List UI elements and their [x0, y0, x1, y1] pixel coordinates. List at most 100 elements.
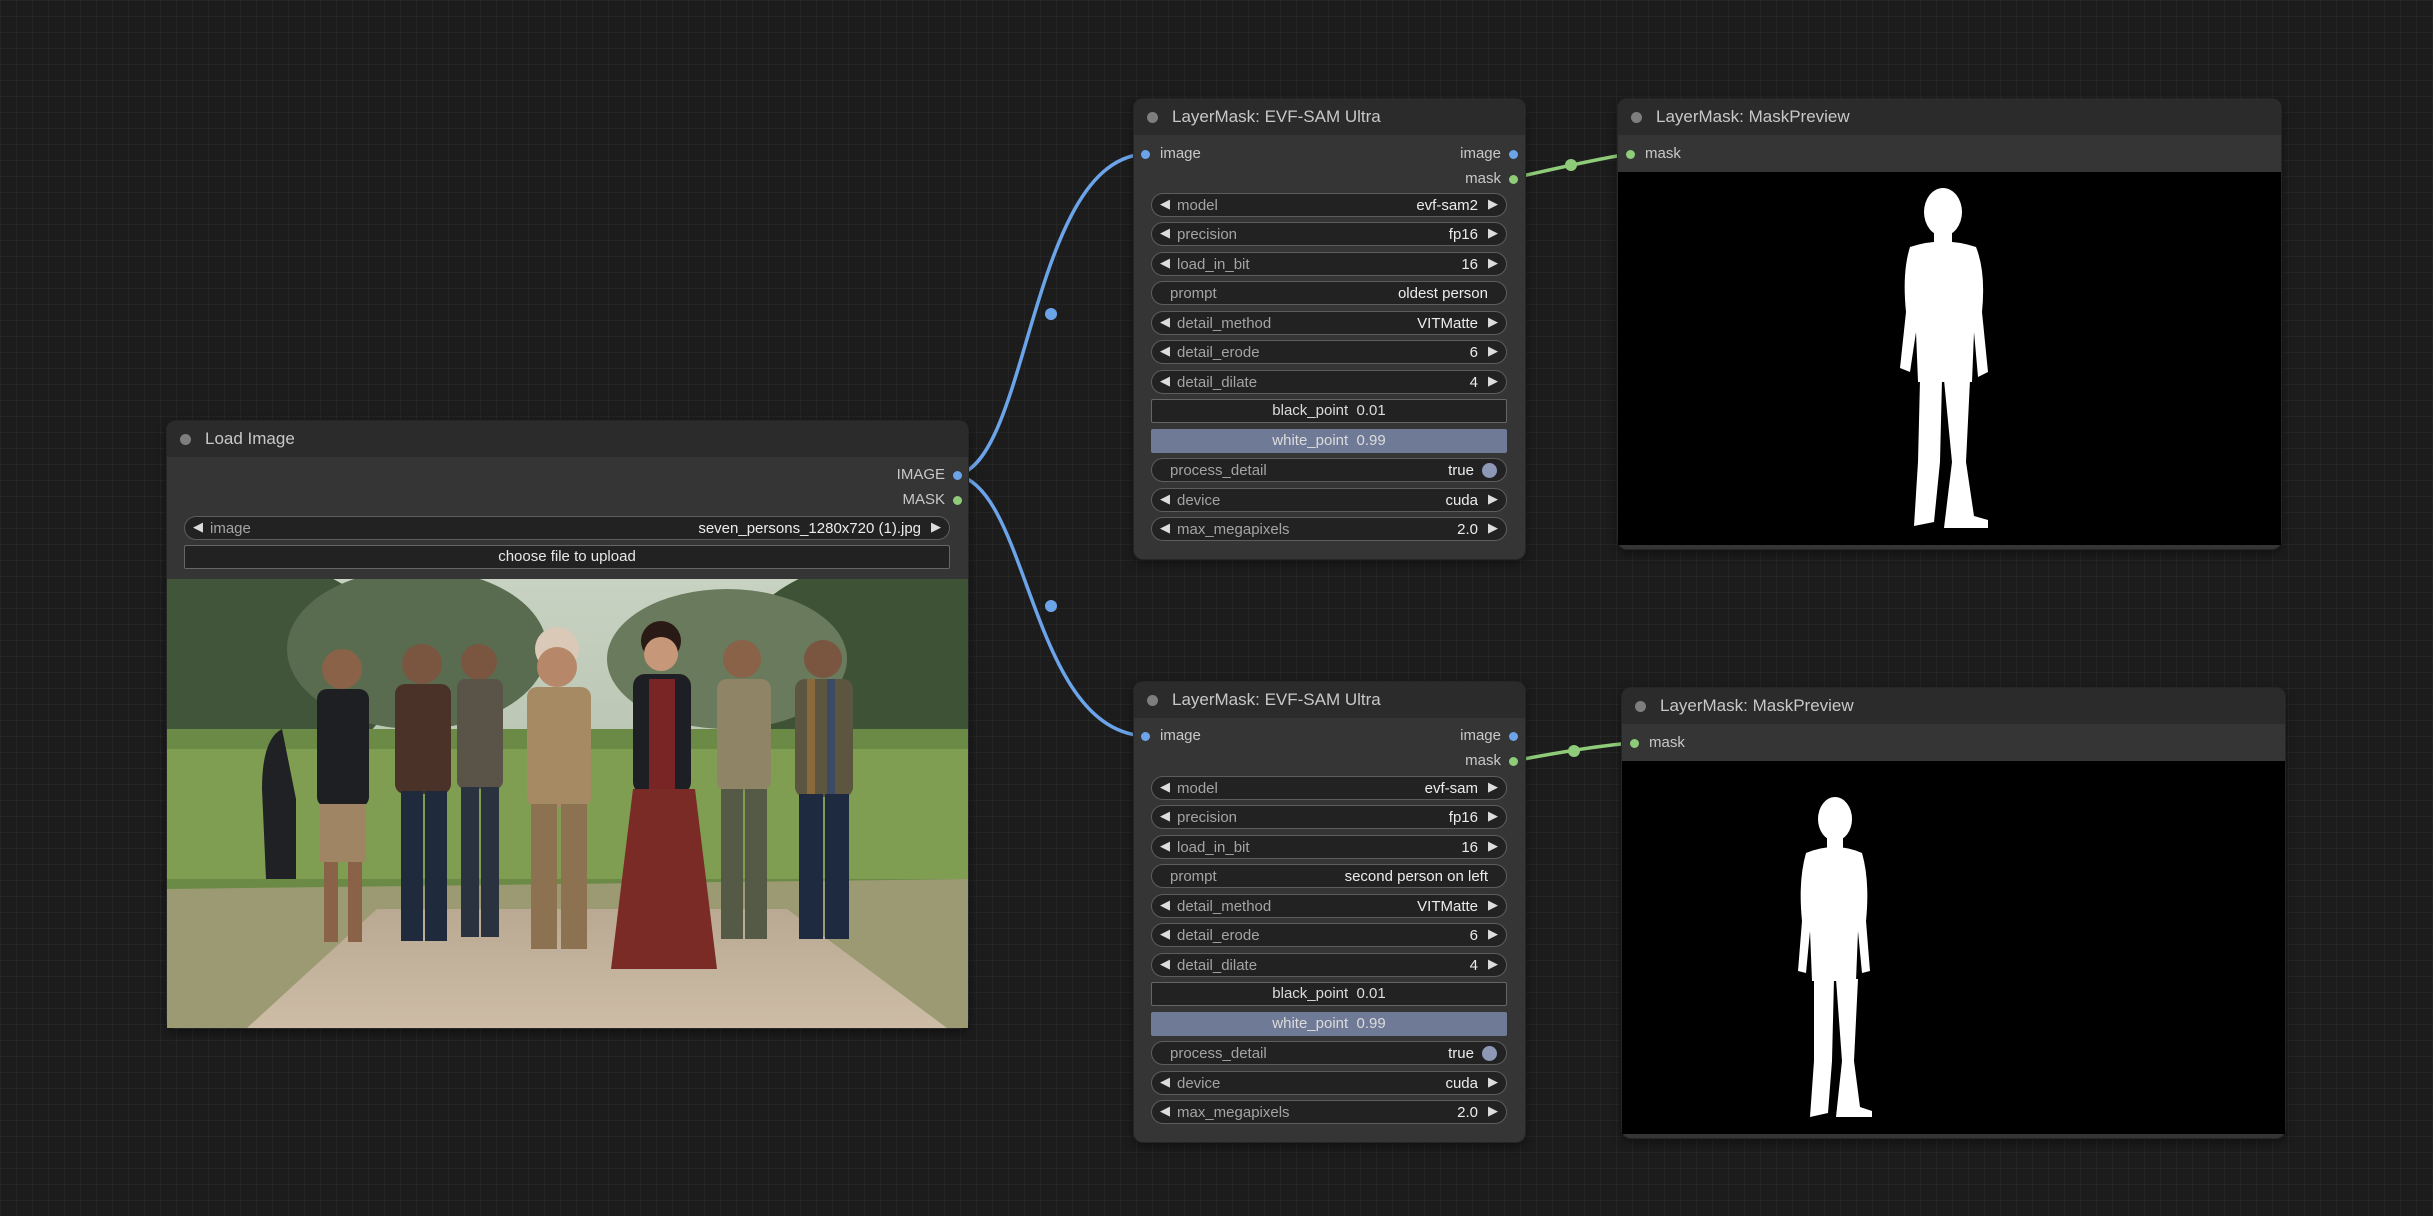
arrow-right-icon[interactable]: ▶ [1488, 255, 1498, 271]
arrow-right-icon[interactable]: ▶ [1488, 1074, 1498, 1090]
arrow-right-icon[interactable]: ▶ [1488, 956, 1498, 972]
process-detail-toggle[interactable]: process_detail true [1151, 1041, 1507, 1065]
image-combo-widget[interactable]: ◀ image seven_persons_1280x720 (1).jpg ▶ [184, 516, 950, 540]
load-in-bit-combo-widget[interactable]: ◀ load_in_bit 16 ▶ [1151, 252, 1507, 276]
arrow-left-icon[interactable]: ◀ [1160, 956, 1170, 972]
collapse-dot-icon[interactable] [1631, 111, 1642, 123]
max-megapixels-number-widget[interactable]: ◀ max_megapixels 2.0 ▶ [1151, 1100, 1507, 1124]
input-image-slot[interactable]: image [1141, 727, 1201, 745]
node-title-bar[interactable]: LayerMask: MaskPreview [1622, 688, 2285, 724]
image-socket-icon[interactable] [1141, 149, 1150, 159]
node-title-bar[interactable]: LayerMask: MaskPreview [1618, 99, 2281, 135]
mask-socket-icon[interactable] [1626, 149, 1635, 159]
detail-erode-number-widget[interactable]: ◀ detail_erode 6 ▶ [1151, 923, 1507, 947]
black-point-slider[interactable]: black_point 0.01 [1151, 399, 1507, 423]
arrow-left-icon[interactable]: ◀ [1160, 1103, 1170, 1119]
prompt-text-widget[interactable]: prompt oldest person [1151, 281, 1507, 305]
arrow-right-icon[interactable]: ▶ [1488, 314, 1498, 330]
input-mask-slot[interactable]: mask [1626, 145, 1681, 163]
arrow-right-icon[interactable]: ▶ [1488, 491, 1498, 507]
arrow-right-icon[interactable]: ▶ [1488, 520, 1498, 536]
collapse-dot-icon[interactable] [1147, 111, 1158, 123]
arrow-right-icon[interactable]: ▶ [1488, 343, 1498, 359]
output-image-slot[interactable]: image [1460, 727, 1518, 745]
node-title-bar[interactable]: LayerMask: EVF-SAM Ultra [1134, 99, 1525, 135]
mask-socket-icon[interactable] [1509, 756, 1518, 766]
image-socket-icon[interactable] [953, 470, 962, 480]
evf-sam-ultra-node[interactable]: LayerMask: EVF-SAM Ultra image image mas… [1134, 682, 1525, 1142]
image-socket-icon[interactable] [1509, 149, 1518, 159]
arrow-right-icon[interactable]: ▶ [1488, 225, 1498, 241]
model-combo-widget[interactable]: ◀ model evf-sam2 ▶ [1151, 193, 1507, 217]
evf-sam-ultra-node[interactable]: LayerMask: EVF-SAM Ultra image image mas… [1134, 99, 1525, 559]
prompt-text-widget[interactable]: prompt second person on left [1151, 864, 1507, 888]
arrow-left-icon[interactable]: ◀ [1160, 314, 1170, 330]
toggle-knob-icon[interactable] [1482, 1046, 1497, 1061]
arrow-right-icon[interactable]: ▶ [1488, 1103, 1498, 1119]
arrow-right-icon[interactable]: ▶ [1488, 808, 1498, 824]
arrow-left-icon[interactable]: ◀ [1160, 779, 1170, 795]
arrow-left-icon[interactable]: ◀ [1160, 838, 1170, 854]
arrow-left-icon[interactable]: ◀ [1160, 196, 1170, 212]
detail-erode-number-widget[interactable]: ◀ detail_erode 6 ▶ [1151, 340, 1507, 364]
arrow-left-icon[interactable]: ◀ [1160, 926, 1170, 942]
mask-socket-icon[interactable] [1630, 738, 1639, 748]
arrow-left-icon[interactable]: ◀ [1160, 897, 1170, 913]
collapse-dot-icon[interactable] [1147, 694, 1158, 706]
detail-method-combo-widget[interactable]: ◀ detail_method VITMatte ▶ [1151, 311, 1507, 335]
max-megapixels-number-widget[interactable]: ◀ max_megapixels 2.0 ▶ [1151, 517, 1507, 541]
arrow-left-icon[interactable]: ◀ [1160, 373, 1170, 389]
arrow-right-icon[interactable]: ▶ [1488, 897, 1498, 913]
input-mask-slot[interactable]: mask [1630, 734, 1685, 752]
output-image-slot[interactable]: image [1460, 145, 1518, 163]
arrow-left-icon[interactable]: ◀ [1160, 343, 1170, 359]
image-socket-icon[interactable] [1509, 731, 1518, 741]
output-mask-slot[interactable]: mask [1465, 170, 1518, 188]
arrow-left-icon[interactable]: ◀ [193, 519, 203, 535]
node-title-bar[interactable]: LayerMask: EVF-SAM Ultra [1134, 682, 1525, 718]
mask-socket-icon[interactable] [953, 495, 962, 505]
arrow-left-icon[interactable]: ◀ [1160, 520, 1170, 536]
device-combo-widget[interactable]: ◀ device cuda ▶ [1151, 488, 1507, 512]
arrow-right-icon[interactable]: ▶ [1488, 196, 1498, 212]
load-in-bit-combo-widget[interactable]: ◀ load_in_bit 16 ▶ [1151, 835, 1507, 859]
mask-socket-icon[interactable] [1509, 174, 1518, 184]
input-image-slot[interactable]: image [1141, 145, 1201, 163]
model-combo-widget[interactable]: ◀ model evf-sam ▶ [1151, 776, 1507, 800]
device-combo-widget[interactable]: ◀ device cuda ▶ [1151, 1071, 1507, 1095]
load-image-node[interactable]: Load Image IMAGE MASK ◀ image seven_pers… [167, 421, 968, 1028]
arrow-right-icon[interactable]: ▶ [931, 519, 941, 535]
precision-combo-widget[interactable]: ◀ precision fp16 ▶ [1151, 805, 1507, 829]
detail-method-combo-widget[interactable]: ◀ detail_method VITMatte ▶ [1151, 894, 1507, 918]
output-image-slot[interactable]: IMAGE [897, 466, 962, 484]
arrow-right-icon[interactable]: ▶ [1488, 779, 1498, 795]
process-detail-toggle[interactable]: process_detail true [1151, 458, 1507, 482]
widget-value: cuda [1445, 1075, 1478, 1092]
arrow-right-icon[interactable]: ▶ [1488, 926, 1498, 942]
arrow-left-icon[interactable]: ◀ [1160, 491, 1170, 507]
black-point-slider[interactable]: black_point 0.01 [1151, 982, 1507, 1006]
widget-label: white_point [1272, 432, 1349, 449]
output-mask-slot[interactable]: mask [1465, 752, 1518, 770]
node-title-bar[interactable]: Load Image [167, 421, 968, 457]
arrow-right-icon[interactable]: ▶ [1488, 838, 1498, 854]
node-title: LayerMask: MaskPreview [1660, 696, 1854, 715]
choose-file-upload-button[interactable]: choose file to upload [184, 545, 950, 569]
mask-preview-node[interactable]: LayerMask: MaskPreview mask [1618, 99, 2281, 549]
arrow-left-icon[interactable]: ◀ [1160, 255, 1170, 271]
arrow-left-icon[interactable]: ◀ [1160, 225, 1170, 241]
output-mask-slot[interactable]: MASK [902, 491, 962, 509]
white-point-slider[interactable]: white_point 0.99 [1151, 1012, 1507, 1036]
arrow-right-icon[interactable]: ▶ [1488, 373, 1498, 389]
image-socket-icon[interactable] [1141, 731, 1150, 741]
collapse-dot-icon[interactable] [180, 433, 191, 445]
arrow-left-icon[interactable]: ◀ [1160, 808, 1170, 824]
arrow-left-icon[interactable]: ◀ [1160, 1074, 1170, 1090]
precision-combo-widget[interactable]: ◀ precision fp16 ▶ [1151, 222, 1507, 246]
white-point-slider[interactable]: white_point 0.99 [1151, 429, 1507, 453]
toggle-knob-icon[interactable] [1482, 463, 1497, 478]
collapse-dot-icon[interactable] [1635, 700, 1646, 712]
detail-dilate-number-widget[interactable]: ◀ detail_dilate 4 ▶ [1151, 370, 1507, 394]
mask-preview-node[interactable]: LayerMask: MaskPreview mask [1622, 688, 2285, 1138]
detail-dilate-number-widget[interactable]: ◀ detail_dilate 4 ▶ [1151, 953, 1507, 977]
